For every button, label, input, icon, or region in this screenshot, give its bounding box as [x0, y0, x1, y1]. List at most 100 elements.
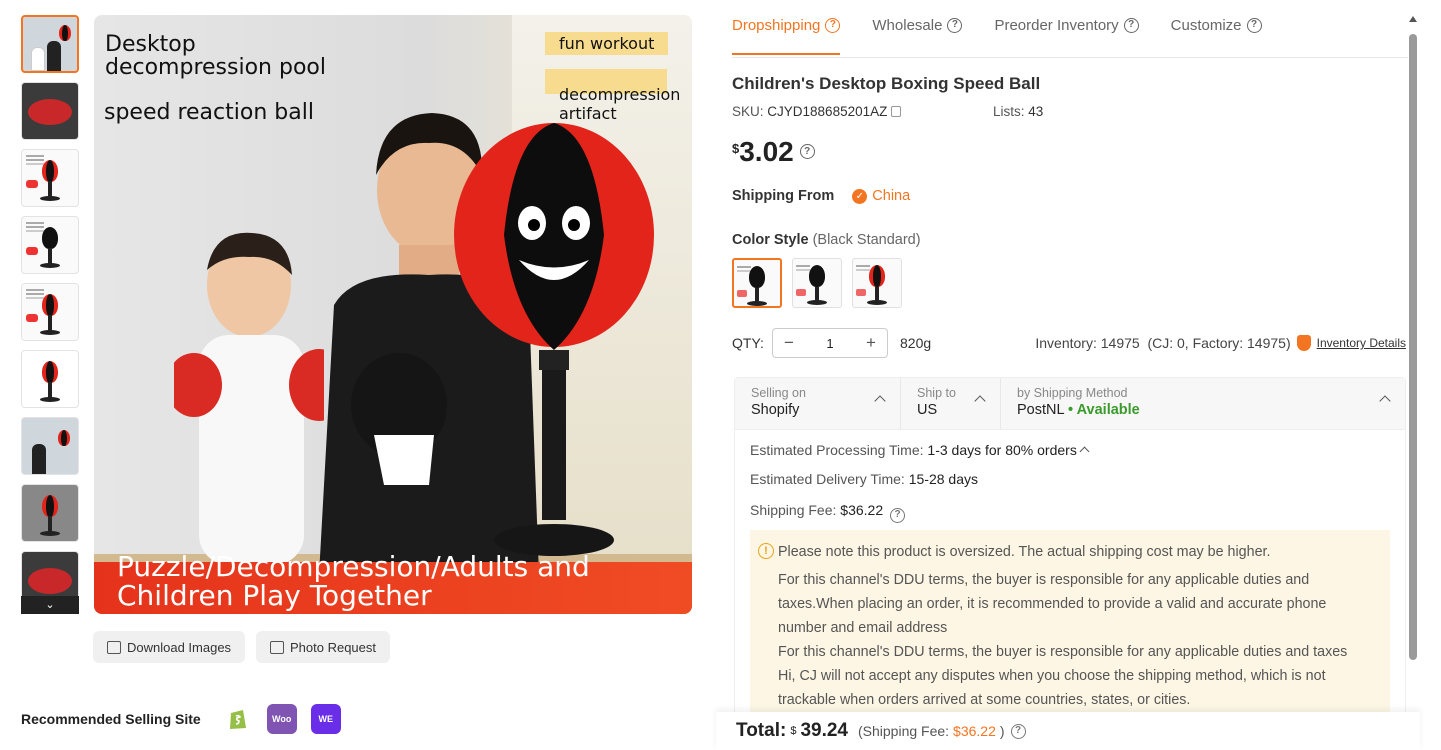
speed-ball-image	[454, 123, 654, 556]
tab-label: Dropshipping	[732, 16, 821, 34]
availability-status: • Available	[1068, 402, 1140, 418]
quantity-stepper[interactable]: − 1 +	[772, 328, 888, 358]
selling-on-select[interactable]: Selling on Shopify	[735, 378, 901, 429]
delivery-value: 15-28 days	[908, 471, 978, 487]
download-icon	[107, 640, 121, 654]
thumbnail[interactable]	[21, 15, 79, 73]
scroll-up-icon[interactable]	[1409, 16, 1417, 22]
quantity-row: QTY: − 1 + 820g Inventory: 14975 (CJ: 0,…	[732, 327, 1406, 359]
help-icon[interactable]: ?	[947, 17, 963, 33]
scrollbar-thumb[interactable]	[1409, 34, 1417, 660]
tab-wholesale[interactable]: Wholesale?	[872, 0, 963, 54]
shipping-selectors: Selling on Shopify Ship to US by Shippin…	[735, 378, 1405, 430]
recommended-label: Recommended Selling Site	[21, 711, 201, 727]
boy-figure	[174, 232, 324, 565]
sku-label: SKU:	[732, 104, 764, 119]
total-fee-suffix: )	[999, 723, 1005, 739]
check-icon: ✓	[852, 188, 868, 204]
color-style: Color Style (Black Standard)	[732, 232, 921, 248]
wee2c-icon[interactable]: WE	[310, 704, 341, 734]
processing-value: 1-3 days for 80% orders	[927, 442, 1077, 458]
image-caption: speed reaction ball	[104, 100, 314, 125]
sku-value: CJYD188685201AZ	[767, 104, 888, 119]
thumbnail[interactable]	[21, 149, 79, 207]
shipping-from-option[interactable]: ✓ China	[852, 188, 910, 204]
color-style-label: Color Style	[732, 232, 809, 248]
shipping-fee: Shipping Fee: $36.22 ?	[750, 502, 906, 523]
thumbnail[interactable]	[21, 350, 79, 408]
copy-icon[interactable]	[891, 106, 902, 117]
shield-icon	[1296, 335, 1311, 351]
thumb-ball	[58, 430, 70, 446]
banner-text: Puzzle/Decompression/Adults and Children…	[117, 550, 590, 612]
increment-button[interactable]: +	[855, 333, 887, 353]
thumbnail-scroll-down-icon[interactable]: ⌄	[21, 596, 79, 614]
help-icon[interactable]: ?	[1246, 17, 1262, 33]
tab-dropshipping[interactable]: Dropshipping?	[732, 0, 841, 55]
delivery-time: Estimated Delivery Time: 15-28 days	[750, 471, 978, 487]
color-swatch[interactable]	[792, 258, 842, 308]
shopify-icon[interactable]	[222, 704, 253, 734]
thumb-figure	[47, 41, 61, 71]
notice-ddu-short: For this channel's DDU terms, the buyer …	[778, 644, 1348, 660]
thumbnail-strip[interactable]	[21, 15, 81, 615]
shipping-from-value: China	[872, 188, 911, 204]
help-icon[interactable]: ?	[825, 17, 841, 33]
price-currency: $	[732, 141, 740, 156]
qty-label: QTY:	[732, 335, 764, 351]
inventory: Inventory: 14975 (CJ: 0, Factory: 14975)…	[1035, 335, 1406, 351]
thumbnail[interactable]	[21, 283, 79, 341]
ship-to-value: US	[917, 402, 938, 418]
image-tag: fun workout	[545, 32, 669, 55]
total-label: Total:	[736, 720, 787, 741]
total-bar: Total: $ 39.24 (Shipping Fee: $36.22) ?	[716, 712, 1420, 750]
page-scrollbar[interactable]	[1409, 16, 1418, 746]
shipping-method-value: PostNL	[1017, 402, 1065, 418]
decrement-button[interactable]: −	[773, 333, 805, 353]
notice-disputes: Hi, CJ will not accept any disputes when…	[778, 668, 1326, 708]
total-fee-prefix: (Shipping Fee:	[857, 723, 950, 739]
selling-on-value: Shopify	[751, 402, 800, 418]
color-swatch[interactable]	[852, 258, 902, 308]
image-caption: Desktop decompression pool	[105, 32, 326, 80]
shipping-notice: ! Please note this product is oversized.…	[750, 530, 1390, 718]
inventory-details-link[interactable]: Inventory Details	[1317, 336, 1406, 350]
photo-request-button[interactable]: Photo Request	[256, 631, 391, 663]
chevron-up-icon[interactable]	[1079, 446, 1090, 457]
ship-to-label: Ship to	[917, 386, 956, 400]
tab-label: Preorder Inventory	[994, 16, 1119, 34]
color-swatch[interactable]	[732, 258, 782, 308]
image-tag: decompression artifact	[545, 69, 680, 125]
quantity-value[interactable]: 1	[805, 336, 855, 351]
ship-to-select[interactable]: Ship to US	[901, 378, 1001, 429]
thumbnail[interactable]	[21, 417, 79, 475]
shipping-method-select[interactable]: by Shipping Method PostNL • Available	[1001, 378, 1405, 429]
sku: SKU: CJYD188685201AZ	[732, 104, 902, 119]
mode-tabs: Dropshipping? Wholesale? Preorder Invent…	[732, 0, 1408, 58]
notice-ddu: For this channel's DDU terms, the buyer …	[778, 572, 1327, 636]
thumbnail[interactable]	[21, 216, 79, 274]
lists-label: Lists:	[993, 104, 1025, 119]
tab-preorder-inventory[interactable]: Preorder Inventory?	[994, 0, 1139, 54]
tab-customize[interactable]: Customize?	[1171, 0, 1262, 54]
thumbnail[interactable]	[21, 484, 79, 542]
warning-icon: !	[758, 543, 774, 559]
recommended-selling-sites: Recommended Selling Site Woo WE	[21, 704, 341, 734]
help-icon[interactable]: ?	[890, 507, 906, 523]
thumb-figure	[32, 444, 46, 474]
woocommerce-icon[interactable]: Woo	[266, 704, 297, 734]
price: $ 3.02 ?	[732, 136, 815, 168]
help-icon[interactable]: ?	[799, 144, 815, 159]
download-images-button[interactable]: Download Images	[93, 631, 246, 663]
main-product-image[interactable]: Desktop decompression pool speed reactio…	[94, 15, 692, 614]
help-icon[interactable]: ?	[1123, 17, 1139, 33]
help-icon[interactable]: ?	[1010, 723, 1026, 739]
thumbnail[interactable]	[21, 82, 79, 140]
color-swatches	[732, 258, 902, 308]
total-fee-value: $36.22	[953, 723, 996, 739]
notice-oversized: Please note this product is oversized. T…	[778, 544, 1271, 560]
thumb-ball	[59, 25, 71, 41]
shipping-fee-label: Shipping Fee:	[750, 502, 837, 518]
tab-label: Customize	[1170, 16, 1242, 34]
color-style-selected: (Black Standard)	[812, 232, 921, 248]
